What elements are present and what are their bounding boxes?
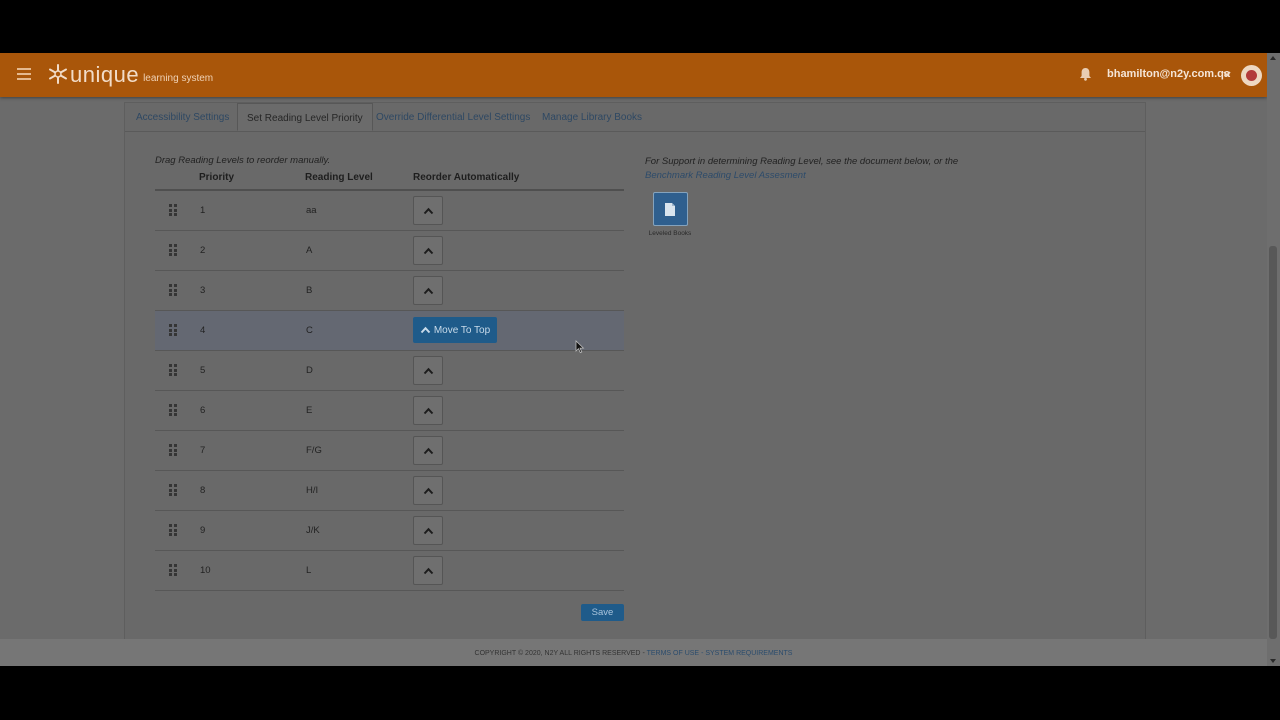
priority-cell: 8 [200,485,206,496]
support-note: For Support in determining Reading Level… [645,155,975,183]
scroll-up-arrow-icon[interactable] [1270,56,1276,60]
move-up-button[interactable] [413,436,443,465]
table-row[interactable]: 6E [155,391,624,431]
priority-cell: 2 [200,245,206,256]
move-to-top-label: Move To Top [433,324,491,336]
chevron-up-icon [423,207,433,214]
drag-handle-icon[interactable] [169,204,178,216]
document-icon [652,192,688,226]
table-row[interactable]: 5D [155,351,624,391]
drag-handle-icon[interactable] [169,524,178,536]
table-row[interactable]: 4 C Move To Top [155,311,624,351]
reading-level-cell: C [306,325,313,336]
top-navigation-bar: unique learning system bhamilton@n2y.com… [0,53,1267,97]
drag-handle-icon[interactable] [169,364,178,376]
logo-text: unique [70,62,140,87]
drag-handle-icon[interactable] [169,404,178,416]
terms-of-use-link[interactable]: TERMS OF USE [647,650,700,657]
reading-level-cell: A [306,245,313,256]
column-header-priority: Priority [199,172,235,183]
chevron-up-icon [423,407,433,414]
move-up-button[interactable] [413,276,443,305]
page-footer: COPYRIGHT © 2020, N2Y ALL RIGHTS RESERVE… [0,639,1267,666]
reading-level-cell: F/G [306,445,322,456]
column-header-reading-level: Reading Level [305,172,373,183]
app-viewport: unique learning system bhamilton@n2y.com… [0,53,1280,666]
reading-level-cell: J/K [306,525,320,536]
scrollbar-thumb[interactable] [1269,246,1277,639]
priority-cell: 1 [200,205,206,216]
reading-level-cell: D [306,365,313,376]
drag-handle-icon[interactable] [169,324,178,336]
chevron-down-icon[interactable] [1222,69,1232,79]
drag-handle-icon[interactable] [169,564,178,576]
leveled-books-document[interactable]: Leveled Books [646,192,694,237]
settings-tabs: Accessibility Settings Set Reading Level… [125,103,1145,132]
move-up-button[interactable] [413,396,443,425]
reading-level-cell: L [306,565,312,576]
priority-cell: 9 [200,525,206,536]
user-email[interactable]: bhamilton@n2y.com.qa [1107,68,1230,80]
copyright-text: COPYRIGHT © 2020, N2Y ALL RIGHTS RESERVE… [474,650,641,657]
table-row[interactable]: 10 L [155,551,624,591]
move-up-button[interactable] [413,476,443,505]
reading-level-cell: H/I [306,485,319,496]
table-row[interactable]: 9 J/K [155,511,624,551]
chevron-up-icon [423,487,433,494]
tab-accessibility-settings[interactable]: Accessibility Settings [136,112,229,123]
chevron-up-icon [423,287,433,294]
move-up-button[interactable] [413,356,443,385]
priority-cell: 5 [200,365,206,376]
move-up-button[interactable] [413,196,443,225]
snowflake-logo-icon [49,64,67,84]
avatar-icon[interactable] [1241,65,1262,86]
priority-cell: 3 [200,285,206,296]
system-requirements-link[interactable]: SYSTEM REQUIREMENTS [705,650,792,657]
support-text: For Support in determining Reading Level… [645,156,959,167]
table-row[interactable]: 8 H/I [155,471,624,511]
bell-icon[interactable] [1079,67,1092,81]
avatar-heart [1246,70,1257,81]
chevron-up-icon [423,367,433,374]
unique-logo[interactable]: unique learning system [48,63,213,87]
drag-handle-icon[interactable] [169,484,178,496]
drag-handle-icon[interactable] [169,444,178,456]
drag-hint: Drag Reading Levels to reorder manually. [155,155,331,166]
column-header-reorder: Reorder Automatically [413,172,520,183]
move-to-top-button[interactable]: Move To Top [413,317,497,343]
drag-handle-icon[interactable] [169,244,178,256]
priority-cell: 7 [200,445,206,456]
chevron-up-icon [423,527,433,534]
chevron-up-icon [423,447,433,454]
save-button[interactable]: Save [581,604,624,621]
reading-level-cell: E [306,405,313,416]
scroll-down-arrow-icon[interactable] [1270,659,1276,663]
move-up-button[interactable] [413,516,443,545]
priority-cell: 10 [200,565,211,576]
reading-level-cell: B [306,285,313,296]
move-up-button[interactable] [413,556,443,585]
priority-cell: 6 [200,405,206,416]
table-row[interactable]: 7 F/G [155,431,624,471]
tab-manage-library-books[interactable]: Manage Library Books [542,112,642,123]
hamburger-icon[interactable] [17,68,31,83]
drag-handle-icon[interactable] [169,284,178,296]
priority-cell: 4 [200,325,206,336]
settings-card: Accessibility Settings Set Reading Level… [124,102,1146,640]
reading-level-cell: aa [306,205,317,216]
table-row[interactable]: 1 aa [155,191,624,231]
chevron-up-icon [423,567,433,574]
chevron-up-icon [423,247,433,254]
move-up-button[interactable] [413,236,443,265]
table-row[interactable]: 3B [155,271,624,311]
benchmark-assessment-link[interactable]: Benchmark Reading Level Assesment [645,170,806,181]
vertical-scrollbar[interactable] [1267,53,1280,666]
document-label: Leveled Books [648,230,692,237]
tab-override-differential-level-settings[interactable]: Override Differential Level Settings [376,112,530,123]
mouse-cursor-icon [575,340,585,354]
logo-subtitle: learning system [143,73,214,84]
table-row[interactable]: 2A [155,231,624,271]
tab-set-reading-level-priority[interactable]: Set Reading Level Priority [237,103,373,131]
